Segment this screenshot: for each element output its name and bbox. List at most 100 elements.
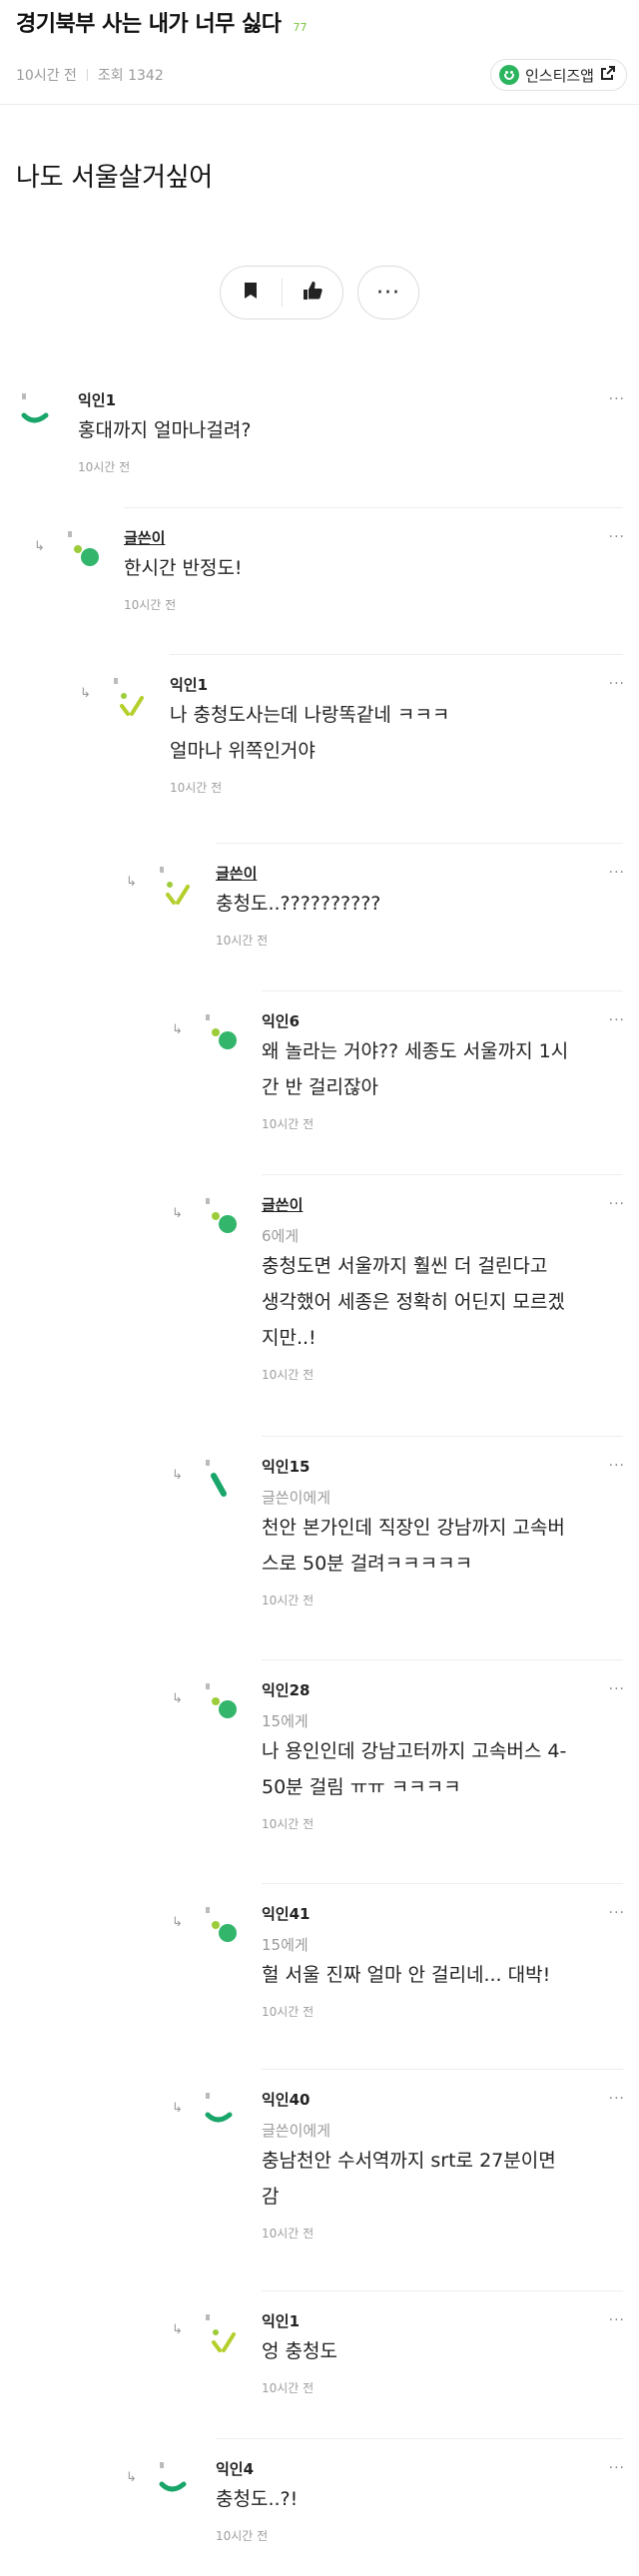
comment-item: ↳ 익인15 글쓴이에게 천안 본가인데 직장인 강남까지 고속버 스로 50분 걸려… <box>172 1456 639 1609</box>
reply-arrow-icon: ↳ <box>172 2101 183 2116</box>
post-header: 경기북부 사는 내가 너무 싫다 77 10시간 전 조회 1342 인스티즈앱 <box>0 0 639 91</box>
open-app-button[interactable]: 인스티즈앱 <box>489 59 627 91</box>
comment-item: ↳ 익인28 15에게 나 용인인데 강남고터까지 고속버스 4- 50분 걸림 ㅠㅠ… <box>172 1679 639 1832</box>
comment-time: 10시간 전 <box>170 781 223 795</box>
comment-author[interactable]: 익인4 <box>216 2458 639 2479</box>
comment-divider <box>262 1883 623 1884</box>
comment-text: 홍대까지 얼마나걸려? <box>78 419 252 441</box>
avatar[interactable] <box>154 2458 198 2502</box>
comment-author[interactable]: 글쓴이 <box>262 1194 639 1215</box>
avatar[interactable] <box>62 527 106 571</box>
comment-divider <box>262 1174 623 1175</box>
avatar[interactable] <box>200 1903 244 1947</box>
bookmark-button[interactable] <box>221 267 282 319</box>
comment-time: 10시간 전 <box>124 598 177 612</box>
comment-menu-icon[interactable]: ··· <box>609 529 625 545</box>
comment-item: ↳ 익인4 충청도..?! 10시간 전 ··· <box>126 2458 639 2544</box>
avatar[interactable] <box>200 1679 244 1723</box>
comment-author[interactable]: 익인41 <box>262 1903 639 1924</box>
avatar[interactable] <box>154 863 198 907</box>
comment-menu-icon[interactable]: ··· <box>609 1196 625 1212</box>
external-link-icon <box>600 65 616 85</box>
comment-time: 10시간 전 <box>262 2227 315 2241</box>
avatar[interactable] <box>108 674 152 718</box>
comment-time: 10시간 전 <box>262 1817 315 1831</box>
post-page: 경기북부 사는 내가 너무 싫다 77 10시간 전 조회 1342 인스티즈앱… <box>0 0 639 2576</box>
comment-text: 천안 본가인데 직장인 강남까지 고속버 스로 50분 걸려ㅋㅋㅋㅋㅋ <box>262 1517 565 1575</box>
comment-text: 충청도면 서울까지 훨씬 더 걸린다고 생각했어 세종은 정확히 어딘지 모르겠… <box>262 1255 565 1349</box>
comment-menu-icon[interactable]: ··· <box>609 1458 625 1474</box>
comment-time: 10시간 전 <box>262 1594 315 1608</box>
post-time: 10시간 전 <box>16 68 77 84</box>
comment-count-badge[interactable]: 77 <box>294 21 308 34</box>
action-pill <box>220 266 343 320</box>
comment-author[interactable]: 익인1 <box>262 2310 639 2331</box>
more-button[interactable]: ··· <box>357 266 419 320</box>
comment-item: ↳ 익인41 15에게 헐 서울 진짜 얼마 안 걸리네... 대박! 10시간 전 ··… <box>172 1903 639 2020</box>
like-button[interactable] <box>283 267 343 319</box>
comment-text: 엉 충청도 <box>262 2340 337 2362</box>
reply-target: 15에게 <box>262 1936 309 1954</box>
reply-arrow-icon: ↳ <box>80 686 91 701</box>
comment-text: 나 충청도사는데 나랑똑같네 ㅋㅋㅋ 얼마나 위쪽인거야 <box>170 704 450 762</box>
comment-menu-icon[interactable]: ··· <box>609 2091 625 2107</box>
comment-author[interactable]: 익인40 <box>262 2089 639 2110</box>
comment-divider <box>262 990 623 991</box>
comment-author[interactable]: 익인1 <box>78 389 639 410</box>
avatar[interactable] <box>200 1010 244 1054</box>
reply-arrow-icon: ↳ <box>172 1022 183 1037</box>
avatar[interactable] <box>200 2089 244 2133</box>
comment-text: 한시간 반정도! <box>124 557 243 579</box>
comment-text: 충청도..?????????? <box>216 893 381 915</box>
comment-divider <box>262 1659 623 1660</box>
thumbs-up-icon <box>303 281 322 305</box>
comment-item: ↳ 글쓴이한시간 반정도! 10시간 전 ··· <box>34 527 639 613</box>
comment-item: ↳ 글쓴이 충청도..?????????? 10시간 전 ··· <box>126 863 639 949</box>
comment-time: 10시간 전 <box>262 2005 315 2019</box>
comment-menu-icon[interactable]: ··· <box>609 676 625 692</box>
comment-time: 10시간 전 <box>216 2529 269 2543</box>
comment-menu-icon[interactable]: ··· <box>609 1681 625 1697</box>
comment-text: 충청도..?! <box>216 2488 299 2510</box>
comment-menu-icon[interactable]: ··· <box>609 1012 625 1028</box>
reply-arrow-icon: ↳ <box>172 2322 183 2337</box>
comment-divider <box>216 843 623 844</box>
reply-arrow-icon: ↳ <box>34 539 45 554</box>
comment-item: ↳ 익인6 왜 놀라는 거야?? 세종도 서울까지 1시 간 반 걸리잖아 10시간 … <box>172 1010 639 1132</box>
comment-author[interactable]: 익인1 <box>170 674 639 695</box>
comment-author[interactable]: 글쓴이 <box>216 863 639 884</box>
comment-divider <box>262 2290 623 2291</box>
comment-author[interactable]: 익인6 <box>262 1010 639 1031</box>
meta-divider <box>86 69 88 81</box>
comment-text: 왜 놀라는 거야?? 세종도 서울까지 1시 간 반 걸리잖아 <box>262 1040 569 1098</box>
comment-menu-icon[interactable]: ··· <box>609 391 625 407</box>
avatar[interactable] <box>200 1194 244 1238</box>
comment-menu-icon[interactable]: ··· <box>609 2312 625 2328</box>
comment-author[interactable]: 익인15 <box>262 1456 639 1477</box>
open-app-label: 인스티즈앱 <box>524 66 594 85</box>
comment-item: ↳ 익인1 나 충청도사는데 나랑똑같네 ㅋㅋㅋ 얼마나 위쪽인거야 10시간 전 ··… <box>80 674 639 796</box>
avatar[interactable] <box>200 2310 244 2354</box>
reply-target: 15에게 <box>262 1712 309 1730</box>
comment-item: 익인1 홍대까지 얼마나걸려? 10시간 전 ··· <box>16 389 639 475</box>
comment-menu-icon[interactable]: ··· <box>609 1905 625 1921</box>
comment-item: ↳ 익인40 글쓴이에게 충남천안 수서역까지 srt로 27분이면 감 10시간 전 ·… <box>172 2089 639 2242</box>
comment-divider <box>170 654 623 655</box>
avatar[interactable] <box>200 1456 244 1500</box>
comment-time: 10시간 전 <box>262 1368 315 1382</box>
comment-divider <box>216 2438 623 2439</box>
comment-menu-icon[interactable]: ··· <box>609 865 625 881</box>
comment-menu-icon[interactable]: ··· <box>609 2460 625 2476</box>
comment-text: 나 용인인데 강남고터까지 고속버스 4- 50분 걸림 ㅠㅠ ㅋㅋㅋㅋ <box>262 1740 567 1798</box>
reply-target: 글쓴이에게 <box>262 2122 331 2140</box>
comment-author[interactable]: 글쓴이 <box>124 527 639 548</box>
comment-author[interactable]: 익인28 <box>262 1679 639 1700</box>
avatar[interactable] <box>16 389 60 433</box>
reply-target: 글쓴이에게 <box>262 1489 331 1507</box>
post-actions: ··· <box>0 266 639 320</box>
comment-divider <box>262 2069 623 2070</box>
reply-target: 6에게 <box>262 1227 300 1245</box>
comment-divider <box>124 507 623 508</box>
comment-time: 10시간 전 <box>78 460 131 474</box>
smile-logo-icon <box>498 65 519 85</box>
